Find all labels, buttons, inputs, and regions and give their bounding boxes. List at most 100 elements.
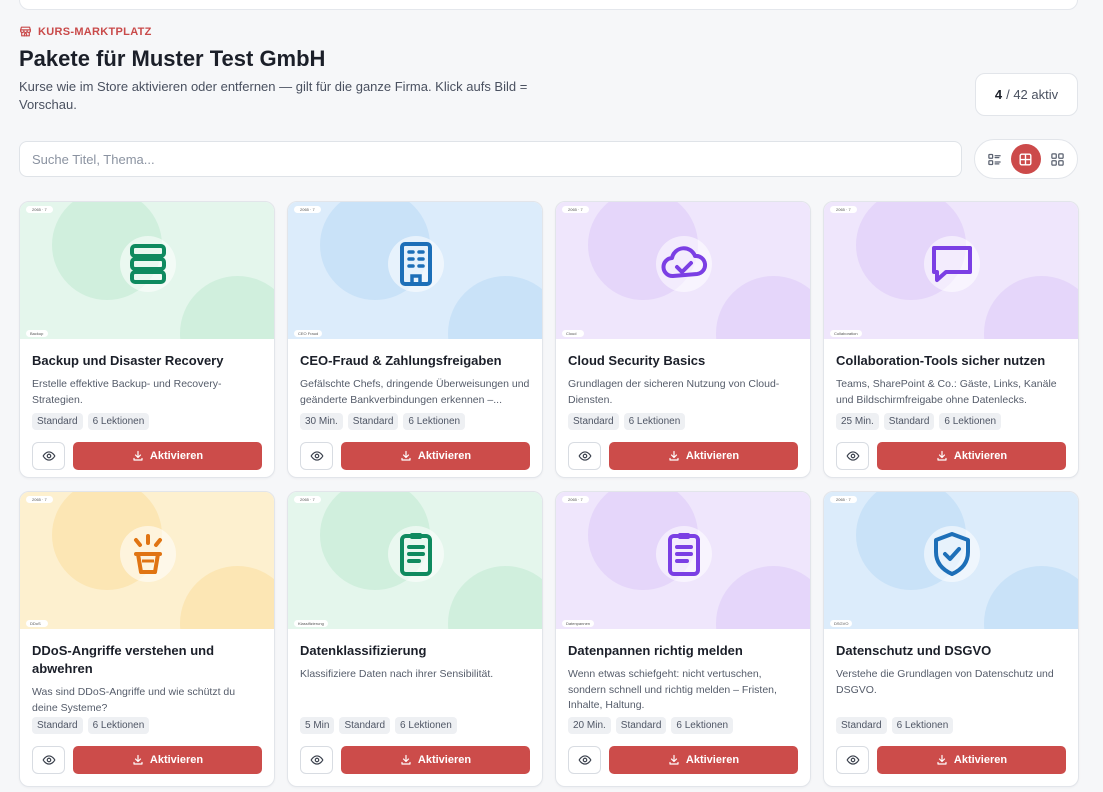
meta-chip: Standard (568, 413, 619, 430)
preview-button[interactable] (836, 442, 869, 470)
shield-check-icon (934, 532, 970, 576)
thumbnail-tag: 2065 · 7 (294, 206, 321, 213)
thumbnail-tag: 2065 · 7 (830, 496, 857, 503)
meta-chip: 25 Min. (836, 413, 879, 430)
course-card: 2065 · 7 DDoS DDoS-Angriffe verstehen un… (19, 491, 275, 787)
active-count-total: / 42 aktiv (1006, 87, 1059, 102)
top-panel (19, 0, 1078, 10)
activate-label: Aktivieren (149, 754, 204, 766)
download-icon (133, 754, 143, 765)
page-subtitle: Kurse wie im Store aktivieren oder entfe… (19, 79, 528, 112)
activate-button[interactable]: Aktivieren (877, 746, 1066, 774)
course-actions: Aktivieren (20, 430, 274, 477)
course-card-body: Datenklassifizierung Klassifiziere Daten… (288, 629, 542, 734)
course-description: Teams, SharePoint & Co.: Gäste, Links, K… (836, 378, 1057, 406)
course-description: Grundlagen der sicheren Nutzung von Clou… (568, 378, 780, 406)
thumbnail-caption: Collaboration (830, 330, 862, 337)
list-view-button[interactable] (980, 144, 1010, 174)
download-icon (401, 450, 411, 461)
course-card-body: Collaboration-Tools sicher nutzen Teams,… (824, 339, 1078, 430)
course-title: Backup und Disaster Recovery (32, 353, 224, 368)
course-card: 2065 · 7 Backup Backup und Disaster Reco… (19, 201, 275, 478)
preview-button[interactable] (300, 746, 333, 774)
course-thumbnail[interactable]: 2065 · 7 Klassifizierung (288, 492, 542, 629)
course-card: 2065 · 7 CEO Fraud CEO-Fraud & Zahlungsf… (287, 201, 543, 478)
activate-button[interactable]: Aktivieren (73, 746, 262, 774)
course-card-body: Cloud Security Basics Grundlagen der sic… (556, 339, 810, 430)
thumbnail-decoration (716, 276, 810, 339)
course-thumbnail[interactable]: 2065 · 7 Datenpannen (556, 492, 810, 629)
course-icon-wrap (656, 236, 712, 292)
meta-chip: Standard (615, 717, 667, 734)
thumbnail-decoration (984, 566, 1078, 629)
thumbnail-caption: DDoS (26, 620, 48, 627)
download-icon (669, 450, 679, 461)
course-card-body: DDoS-Angriffe verstehen und abwehren Was… (20, 629, 274, 734)
course-title: Datenklassifizierung (300, 643, 427, 658)
course-icon-wrap (656, 526, 712, 582)
meta-chip: 30 Min. (300, 413, 343, 430)
course-icon-wrap (120, 526, 176, 582)
meta-chip: 5 Min (300, 717, 335, 734)
view-toggle (974, 139, 1078, 179)
course-meta: Standard 6 Lektionen (32, 717, 262, 734)
grid-large-icon (1019, 153, 1032, 165)
course-thumbnail[interactable]: 2065 · 7 Collaboration (824, 202, 1078, 339)
meta-chip: 6 Lektionen (395, 717, 457, 734)
preview-button[interactable] (568, 746, 601, 774)
download-icon (937, 450, 947, 461)
course-meta: 30 Min. Standard 6 Lektionen (300, 413, 530, 430)
thumbnail-caption: DSGVO (830, 620, 853, 627)
preview-button[interactable] (836, 746, 869, 774)
grid-large-view-button[interactable] (1010, 144, 1041, 174)
activate-button[interactable]: Aktivieren (73, 442, 262, 470)
course-icon-wrap (388, 526, 444, 582)
search-input[interactable] (19, 141, 962, 177)
course-thumbnail[interactable]: 2065 · 7 Backup (20, 202, 274, 339)
course-thumbnail[interactable]: 2065 · 7 Cloud (556, 202, 810, 339)
meta-chip: Standard (339, 717, 391, 734)
course-title: DDoS-Angriffe verstehen und abwehren (32, 643, 215, 676)
course-thumbnail[interactable]: 2065 · 7 CEO Fraud (288, 202, 542, 339)
course-card: 2065 · 7 Datenpannen Datenpannen richtig… (555, 491, 811, 787)
thumbnail-decoration (716, 566, 810, 629)
activate-label: Aktivieren (953, 754, 1008, 766)
building-icon (400, 242, 432, 286)
course-description: Gefälschte Chefs, dringende Überweisunge… (300, 378, 530, 406)
course-icon-wrap (924, 526, 980, 582)
kicker-label: KURS-MARKTPLATZ (38, 25, 152, 38)
thumbnail-tag: 2065 · 7 (294, 496, 321, 503)
course-meta: Standard 6 Lektionen (836, 717, 1066, 734)
grid-small-icon (1051, 152, 1064, 166)
course-actions: Aktivieren (288, 430, 542, 477)
course-thumbnail[interactable]: 2065 · 7 DSGVO (824, 492, 1078, 629)
download-icon (669, 754, 679, 765)
preview-button[interactable] (32, 442, 65, 470)
thumbnail-decoration (180, 276, 274, 339)
download-icon (133, 450, 143, 461)
grid-small-view-button[interactable] (1042, 144, 1072, 174)
kicker: KURS-MARKTPLATZ (19, 25, 152, 38)
preview-button[interactable] (568, 442, 601, 470)
activate-button[interactable]: Aktivieren (877, 442, 1066, 470)
clipboard-icon (400, 533, 432, 576)
meta-chip: 6 Lektionen (87, 717, 150, 734)
preview-button[interactable] (300, 442, 333, 470)
preview-button[interactable] (32, 746, 65, 774)
activate-button[interactable]: Aktivieren (341, 442, 530, 470)
eye-icon (578, 755, 591, 765)
document-icon (668, 533, 700, 576)
activate-button[interactable]: Aktivieren (341, 746, 530, 774)
activate-button[interactable]: Aktivieren (609, 746, 798, 774)
course-meta: Standard 6 Lektionen (32, 413, 262, 430)
activate-button[interactable]: Aktivieren (609, 442, 798, 470)
course-title: CEO-Fraud & Zahlungsfreigaben (300, 353, 502, 368)
eye-icon (846, 755, 859, 765)
download-icon (401, 754, 411, 765)
activate-label: Aktivieren (417, 754, 472, 766)
course-thumbnail[interactable]: 2065 · 7 DDoS (20, 492, 274, 629)
eye-icon (42, 451, 55, 461)
course-meta: 5 Min Standard 6 Lektionen (300, 717, 530, 734)
thumbnail-decoration (448, 566, 542, 629)
activate-label: Aktivieren (685, 754, 740, 766)
